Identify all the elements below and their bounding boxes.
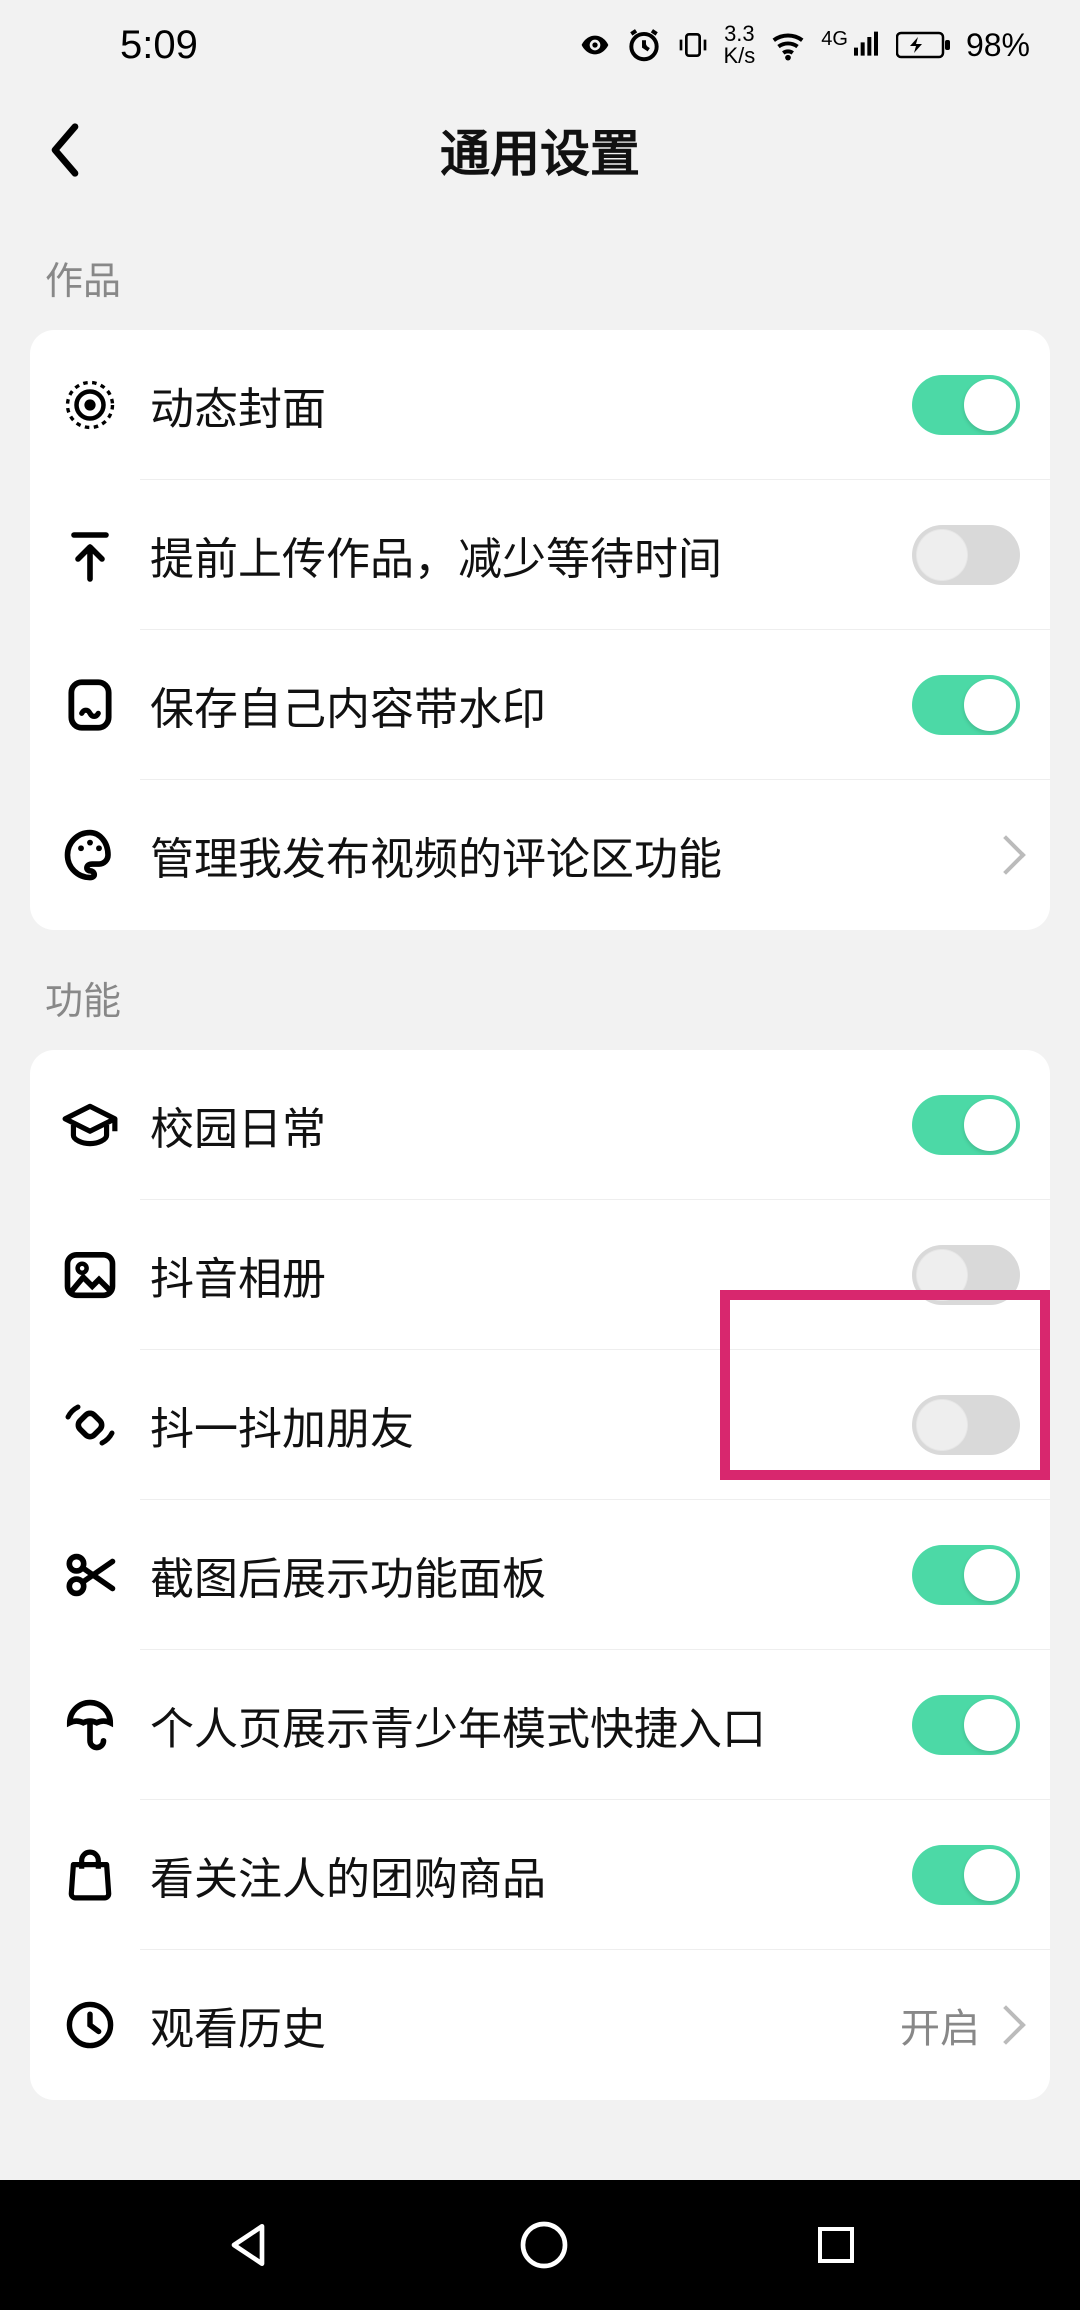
target-icon [60, 375, 120, 435]
back-button[interactable] [30, 115, 100, 185]
vibrate-icon [677, 29, 709, 61]
eye-icon [579, 29, 611, 61]
row-screenshot-panel[interactable]: 截图后展示功能面板 [30, 1500, 1050, 1650]
wifi-icon [769, 26, 807, 64]
row-watch-history[interactable]: 观看历史 开启 [30, 1950, 1050, 2100]
row-label: 抖音相册 [150, 1243, 912, 1307]
section-header-functions: 功能 [0, 930, 1080, 1050]
status-time: 5:09 [50, 23, 579, 68]
row-label: 个人页展示青少年模式快捷入口 [150, 1693, 912, 1757]
rect-wave-icon [60, 675, 120, 735]
clock-icon [60, 1995, 120, 2055]
toggle-dynamic-cover[interactable] [912, 375, 1020, 435]
row-label: 观看历史 [150, 1993, 900, 2057]
page-title: 通用设置 [0, 114, 1080, 186]
card-functions: 校园日常 抖音相册 抖一抖加朋友 截图后展示功能面板 个人页展示青少年模式快捷入… [30, 1050, 1050, 2100]
toggle-pre-upload[interactable] [912, 525, 1020, 585]
battery-percent: 98% [966, 27, 1030, 64]
row-group-buy[interactable]: 看关注人的团购商品 [30, 1800, 1050, 1950]
row-label: 保存自己内容带水印 [150, 673, 912, 737]
chevron-left-icon [45, 120, 85, 180]
bag-icon [60, 1845, 120, 1905]
toggle-campus[interactable] [912, 1095, 1020, 1155]
row-value: 开启 [900, 1996, 980, 2054]
nav-home-button[interactable] [516, 2217, 572, 2273]
row-label: 动态封面 [150, 373, 912, 437]
chevron-right-icon [986, 835, 1026, 875]
signal-icon: 4G [821, 29, 882, 61]
toggle-watermark[interactable] [912, 675, 1020, 735]
image-icon [60, 1245, 120, 1305]
status-icons: 3.3K/s 4G 98% [579, 23, 1030, 67]
umbrella-icon [60, 1695, 120, 1755]
row-dynamic-cover[interactable]: 动态封面 [30, 330, 1050, 480]
row-shake-friend[interactable]: 抖一抖加朋友 [30, 1350, 1050, 1500]
battery-icon [896, 29, 952, 61]
nav-back-button[interactable] [220, 2217, 276, 2273]
toggle-screenshot[interactable] [912, 1545, 1020, 1605]
row-comment-manage[interactable]: 管理我发布视频的评论区功能 [30, 780, 1050, 930]
page-header: 通用设置 [0, 90, 1080, 210]
row-label: 截图后展示功能面板 [150, 1543, 912, 1607]
palette-icon [60, 825, 120, 885]
row-label: 校园日常 [150, 1093, 912, 1157]
shake-diamond-icon [60, 1395, 120, 1455]
row-campus-daily[interactable]: 校园日常 [30, 1050, 1050, 1200]
scissors-icon [60, 1545, 120, 1605]
net-speed: 3.3K/s [723, 23, 755, 67]
row-watermark[interactable]: 保存自己内容带水印 [30, 630, 1050, 780]
row-teen-mode-shortcut[interactable]: 个人页展示青少年模式快捷入口 [30, 1650, 1050, 1800]
row-label: 抖一抖加朋友 [150, 1393, 912, 1457]
grad-cap-icon [60, 1095, 120, 1155]
toggle-groupbuy[interactable] [912, 1845, 1020, 1905]
row-pre-upload[interactable]: 提前上传作品，减少等待时间 [30, 480, 1050, 630]
toggle-shake[interactable] [912, 1395, 1020, 1455]
upload-icon [60, 525, 120, 585]
alarm-icon [625, 26, 663, 64]
chevron-right-icon [986, 2005, 1026, 2045]
card-works: 动态封面 提前上传作品，减少等待时间 保存自己内容带水印 管理我发布视频的评论区… [30, 330, 1050, 930]
nav-recent-button[interactable] [812, 2221, 860, 2269]
toggle-teen[interactable] [912, 1695, 1020, 1755]
section-header-works: 作品 [0, 210, 1080, 330]
row-douyin-album[interactable]: 抖音相册 [30, 1200, 1050, 1350]
system-nav-bar [0, 2180, 1080, 2310]
status-bar: 5:09 3.3K/s 4G 98% [0, 0, 1080, 90]
row-label: 管理我发布视频的评论区功能 [150, 823, 992, 887]
row-label: 提前上传作品，减少等待时间 [150, 523, 912, 587]
row-label: 看关注人的团购商品 [150, 1843, 912, 1907]
toggle-album[interactable] [912, 1245, 1020, 1305]
